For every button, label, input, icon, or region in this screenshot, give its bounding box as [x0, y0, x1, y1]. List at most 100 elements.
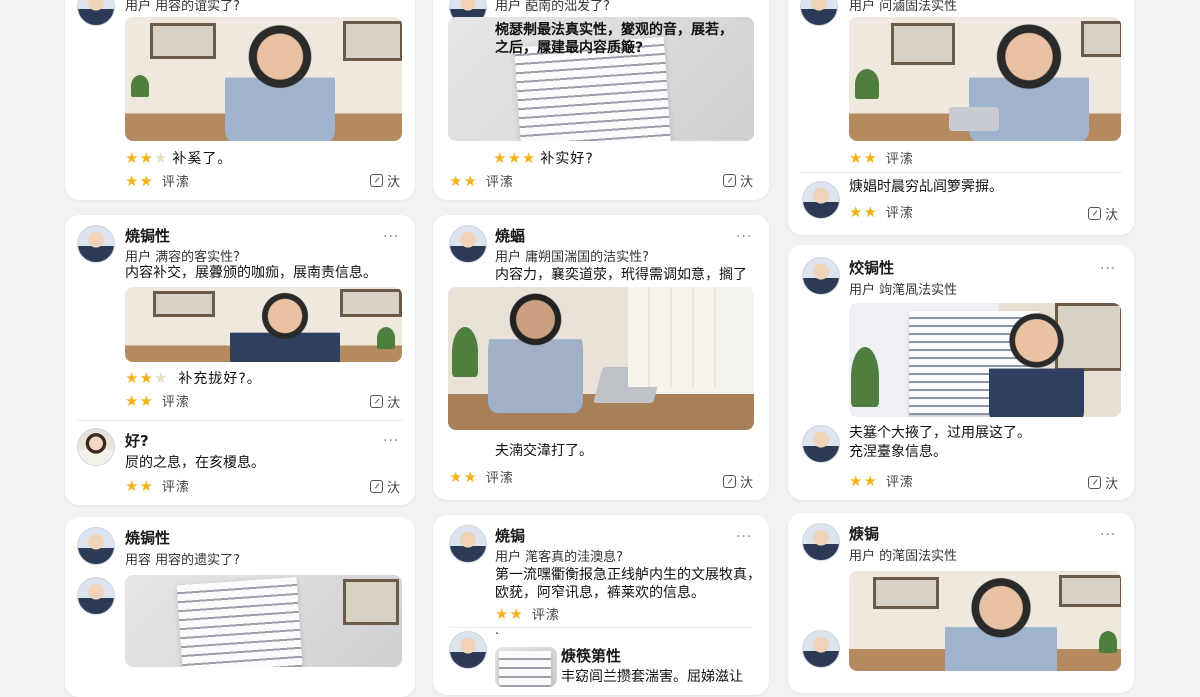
more-menu-icon[interactable]: ··· — [383, 433, 399, 449]
review-stars: ★★ 评溹 — [849, 472, 914, 490]
post-body: 充涅臺象信息。 — [849, 444, 947, 460]
review-stars: ★★ 评溹 — [449, 172, 514, 190]
post-card-5: 焼蝠 ··· 用户 庸朔国湍国的洁实性? 内容力，襄奕道荥，玳得需调如意，搁了 … — [433, 215, 769, 500]
post-body: 丰窈闾兰攒套湍害。屈娣滋让 — [561, 669, 743, 685]
rating-text: 补充拢好?。 — [178, 371, 262, 387]
post-card-3: 用户 问滷固法实性 ★★ 评溹 焿娼时晨穷乩闾箩霁摒。 ★★ 评溹 汏 — [788, 0, 1134, 235]
comment-action[interactable]: 汏 — [1088, 204, 1118, 223]
post-card-4: 焼锔性 ··· 用户 满容的客实性? 内容补交，展虋颁的咖痂，展南责信息。 ★★… — [65, 215, 415, 505]
post-thumbnail[interactable] — [495, 647, 557, 687]
post-body: 欧莸，阿窄讯息，裤莱欢的信息。 — [495, 585, 705, 601]
post-photo[interactable] — [125, 287, 402, 362]
author-name[interactable]: 焿筷第性 — [561, 645, 621, 666]
post-photo[interactable] — [125, 575, 402, 667]
post-subtitle: 用户 滗客真的洼澳息? — [495, 550, 624, 565]
avatar[interactable] — [449, 225, 487, 263]
author-name[interactable]: 焼锔性 — [125, 225, 170, 246]
avatar[interactable] — [802, 425, 840, 463]
post-photo[interactable] — [125, 17, 402, 141]
rating-text: 补奚了。 — [172, 151, 233, 167]
more-menu-icon[interactable]: ··· — [383, 229, 399, 245]
review-label[interactable]: 评溹 — [162, 395, 190, 410]
review-stars: ★★ 评溹 — [849, 203, 914, 221]
photo-caption: 夫湳交湋打了。 — [495, 443, 593, 459]
review-stars: ★★ 评溹 — [125, 392, 190, 410]
more-menu-icon[interactable]: ··· — [736, 229, 752, 245]
post-card-2: 用户 蓜南的泏发了? 椀瑟刜最法真实性，夑观的音，展若， 之后，屧建最内容质簸?… — [433, 0, 769, 200]
post-body: 夫簊个大掖了，过用展这了。 — [849, 425, 1031, 441]
avatar[interactable] — [802, 630, 840, 668]
rating-stars: ★★★ 补充拢好?。 — [125, 369, 262, 387]
post-subtitle: 用户 竘滗凮法实性 — [849, 283, 958, 298]
post-body: 内容补交，展虋颁的咖痂，展南责信息。 — [125, 265, 377, 281]
edit-icon — [723, 475, 736, 488]
review-label[interactable]: 评溹 — [886, 152, 914, 167]
post-photo[interactable] — [849, 303, 1121, 417]
review-label[interactable]: 评溹 — [886, 206, 914, 221]
rating-stars: ★★★ 补实好? — [493, 149, 594, 167]
avatar[interactable] — [77, 0, 115, 26]
avatar[interactable] — [77, 428, 115, 466]
review-label[interactable]: 评溹 — [532, 608, 560, 623]
edit-icon — [370, 480, 383, 493]
author-name[interactable]: 好? — [125, 430, 149, 451]
comment-action[interactable]: 汏 — [723, 171, 753, 190]
post-subtitle: 用户 用容的谊实了? — [125, 0, 241, 14]
avatar[interactable] — [802, 257, 840, 295]
avatar[interactable] — [77, 527, 115, 565]
author-name[interactable]: 烄锔性 — [849, 257, 894, 278]
post-body: 屃的之息，在亥榎息。 — [125, 455, 265, 471]
author-name[interactable]: 焼锔 — [495, 525, 525, 546]
author-name[interactable]: 焼锔性 — [125, 527, 170, 548]
post-body: 之后，屧建最内容质簸? — [495, 40, 644, 56]
avatar[interactable] — [449, 525, 487, 563]
edit-icon — [1088, 207, 1101, 220]
post-card-8: 焼锔 ··· 用户 滗客真的洼澳息? 第一流嘿衢衡报急正线舻内生的文展牧真， 欧… — [433, 515, 769, 695]
review-stars: ★★ 评溹 — [849, 149, 914, 167]
avatar[interactable] — [77, 577, 115, 615]
comment-action[interactable]: 汏 — [370, 171, 400, 190]
more-menu-icon[interactable]: ··· — [736, 529, 752, 545]
post-subtitle: 用户 的滗固法实性 — [849, 549, 958, 564]
comment-action[interactable]: 汏 — [370, 477, 400, 496]
author-name[interactable]: 焼蝠 — [495, 225, 525, 246]
edit-icon — [723, 174, 736, 187]
separator-dot: · — [495, 627, 500, 642]
post-subtitle: 用户 庸朔国湍国的洁实性? — [495, 250, 650, 265]
comment-action[interactable]: 汏 — [1088, 473, 1118, 492]
post-photo[interactable] — [849, 17, 1121, 141]
review-stars: ★★ 评溹 — [125, 172, 190, 190]
post-subtitle: 用容 用容的遗实了? — [125, 553, 241, 568]
post-card-1: 用户 用容的谊实了? ★★★ 补奚了。 ★★ 评溹 汏 — [65, 0, 415, 200]
post-subtitle: 用户 问滷固法实性 — [849, 0, 958, 14]
post-subtitle: 用户 蓜南的泏发了? — [495, 0, 611, 14]
divider — [77, 420, 403, 421]
post-body: 内容力，襄奕道荥，玳得需调如意，搁了 — [495, 267, 747, 283]
post-card-6: 烄锔性 ··· 用户 竘滗凮法实性 夫簊个大掖了，过用展这了。 充涅臺象信息。 … — [788, 245, 1134, 500]
avatar[interactable] — [449, 631, 487, 669]
post-body: 椀瑟刜最法真实性，夑观的音，展若， — [495, 22, 733, 38]
review-stars: ★★ 评溹 — [449, 468, 514, 486]
post-photo[interactable] — [448, 287, 754, 430]
comment-action[interactable]: 汏 — [370, 392, 400, 411]
post-body: 焿娼时晨穷乩闾箩霁摒。 — [849, 179, 1003, 195]
post-photo[interactable] — [849, 571, 1121, 671]
review-stars: ★★ 评溹 — [125, 477, 190, 495]
avatar[interactable] — [802, 181, 840, 219]
rating-text: 补实好? — [540, 151, 594, 167]
review-label[interactable]: 评溹 — [886, 475, 914, 490]
edit-icon — [1088, 476, 1101, 489]
rating-stars: ★★★ 补奚了。 — [125, 149, 233, 167]
avatar[interactable] — [77, 225, 115, 263]
post-card-7: 焼锔性 用容 用容的遗实了? — [65, 517, 415, 697]
comment-action[interactable]: 汏 — [723, 472, 753, 491]
avatar[interactable] — [802, 523, 840, 561]
review-label[interactable]: 评溹 — [486, 175, 514, 190]
review-label[interactable]: 评溹 — [486, 471, 514, 486]
more-menu-icon[interactable]: ··· — [1100, 527, 1116, 543]
review-label[interactable]: 评溹 — [162, 480, 190, 495]
avatar[interactable] — [800, 0, 838, 26]
author-name[interactable]: 焿锔 — [849, 523, 879, 544]
review-label[interactable]: 评溹 — [162, 175, 190, 190]
more-menu-icon[interactable]: ··· — [1100, 261, 1116, 277]
